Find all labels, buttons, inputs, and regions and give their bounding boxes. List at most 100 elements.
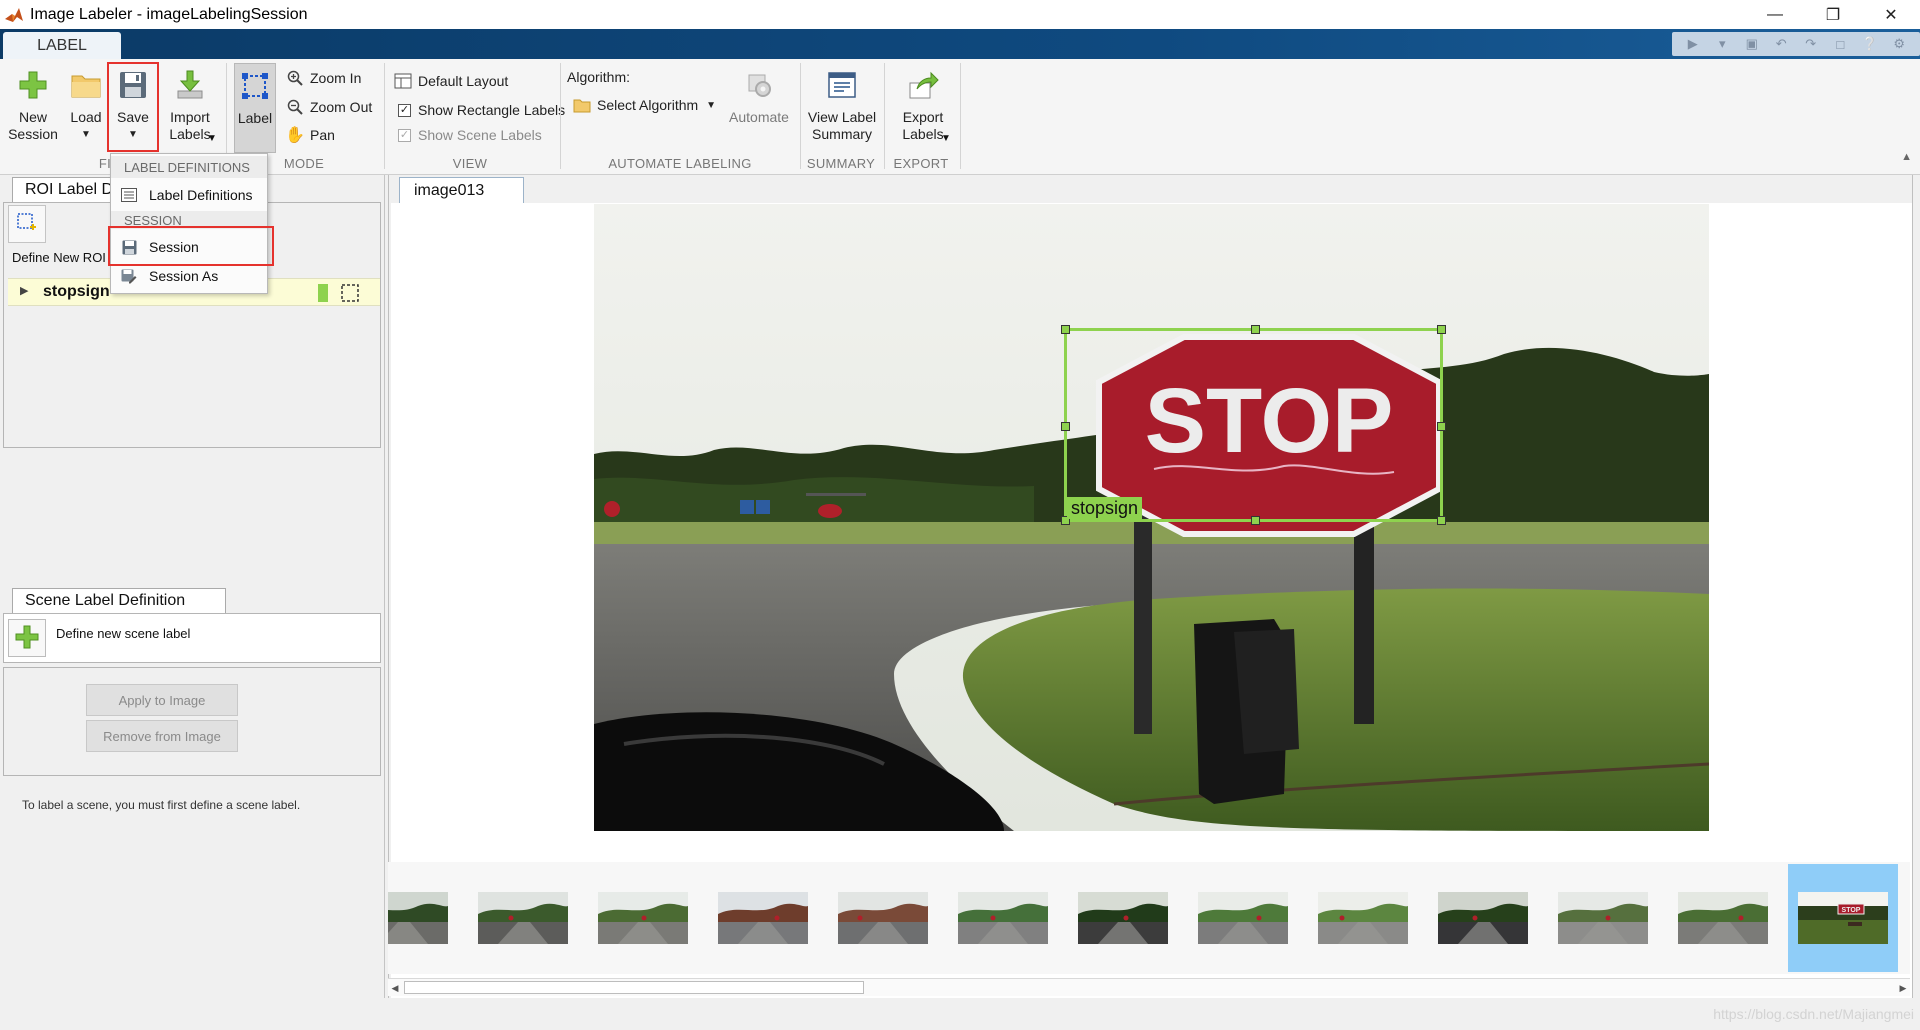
redo-icon[interactable]: ↷ [1802, 36, 1820, 52]
thumbnail[interactable] [718, 892, 808, 944]
roi-handle[interactable] [1061, 325, 1070, 334]
automate-gear-icon [741, 67, 777, 103]
undo-icon[interactable]: ↶ [1772, 36, 1790, 52]
view-label-summary-button[interactable]: View Label Summary [804, 63, 880, 143]
thumbnail[interactable] [958, 892, 1048, 944]
run-icon[interactable]: ▶ [1684, 36, 1702, 52]
roi-handle[interactable] [1061, 422, 1070, 431]
selected-thumbnail[interactable]: STOP [1788, 864, 1898, 972]
define-new-scene-label-button[interactable] [8, 619, 46, 657]
pan-button[interactable]: ✋ Pan [285, 126, 335, 144]
save-icon[interactable]: ▣ [1743, 36, 1761, 52]
restore-button[interactable]: ❐ [1804, 0, 1862, 29]
watermark-text: https://blog.csdn.net/Majiangmei [1713, 1006, 1914, 1022]
thumbnail[interactable] [598, 892, 688, 944]
menu-header-label-definitions: LABEL DEFINITIONS [111, 156, 267, 178]
roi-handle[interactable] [1251, 325, 1260, 334]
chevron-down-icon: ▼ [941, 133, 951, 144]
apply-to-image-button[interactable]: Apply to Image [86, 684, 238, 716]
thumbnail[interactable] [1318, 892, 1408, 944]
import-icon [172, 67, 208, 103]
close-button[interactable]: ✕ [1862, 0, 1920, 29]
load-label: Load [70, 109, 102, 125]
export-labels-button[interactable]: Export Labels [890, 63, 956, 143]
scrollbar-thumb[interactable] [404, 981, 864, 994]
roi-handle[interactable] [1437, 325, 1446, 334]
status-bar: https://blog.csdn.net/Majiangmei [0, 998, 1920, 1030]
help-icon[interactable]: ❔ [1861, 36, 1879, 52]
label-mode-button[interactable]: Label [234, 63, 276, 153]
thumbnail[interactable] [1558, 892, 1648, 944]
scroll-left-arrow-icon[interactable]: ◀ [388, 980, 402, 996]
menu-item-session-as[interactable]: Session As [111, 262, 267, 290]
ribbon-tab-strip: LABEL ▶ ▾ ▣ ↶ ↷ □ ❔ ⚙ [0, 29, 1920, 59]
save-highlight [107, 62, 159, 152]
thumbnail[interactable] [1198, 892, 1288, 944]
load-button[interactable]: Load ▼ [66, 63, 106, 143]
thumbnail-image [388, 892, 448, 944]
select-algorithm-dropdown[interactable]: Select Algorithm ▼ [573, 96, 716, 114]
show-rectangle-labels-checkbox[interactable]: ✓ Show Rectangle Labels [398, 102, 565, 118]
window-icon[interactable]: □ [1831, 36, 1849, 52]
thumbnail-image [1558, 892, 1648, 944]
separator [960, 63, 961, 169]
chevron-down-icon[interactable]: ▾ [1713, 36, 1731, 52]
zoom-out-button[interactable]: Zoom Out [286, 98, 372, 116]
show-scene-labels-checkbox[interactable]: ✓ Show Scene Labels [398, 127, 542, 143]
tab-label[interactable]: LABEL [3, 32, 121, 59]
thumbnail[interactable] [1678, 892, 1768, 944]
minimize-button[interactable]: — [1746, 0, 1804, 29]
separator [884, 63, 885, 169]
filmstrip: STOP [388, 862, 1910, 974]
export-icon [905, 67, 941, 103]
show-rectangle-labels-label: Show Rectangle Labels [418, 102, 566, 118]
roi-handle[interactable] [1437, 516, 1446, 525]
view-group-label: VIEW [452, 156, 488, 171]
ribbon: New Session Load ▼ Save ▼ Import Labels … [0, 59, 1920, 175]
default-layout-label: Default Layout [418, 73, 509, 89]
label-mode-label: Label [237, 110, 273, 126]
tab-scene-label-definition[interactable]: Scene Label Definition [12, 588, 226, 613]
thumbnail[interactable] [1438, 892, 1528, 944]
zoom-out-label: Zoom Out [310, 99, 373, 115]
save-dropdown-menu: LABEL DEFINITIONS Label Definitions SESS… [110, 153, 268, 294]
tab-image013[interactable]: image013 [399, 177, 524, 203]
zoom-in-label: Zoom In [310, 70, 362, 86]
new-session-button[interactable]: New Session [6, 63, 60, 143]
roi-bounding-box[interactable]: stopsign [1061, 325, 1446, 525]
thumbnail-image: STOP [1798, 892, 1888, 944]
plus-icon [15, 67, 51, 103]
plus-icon [14, 624, 40, 653]
zoom-in-button[interactable]: Zoom In [286, 69, 361, 87]
define-new-roi-button[interactable] [8, 205, 46, 243]
thumbnail-image [838, 892, 928, 944]
separator [384, 63, 385, 169]
new-session-label: New Session [8, 109, 58, 142]
hand-icon: ✋ [285, 127, 305, 144]
thumbnail-image [1198, 892, 1288, 944]
roi-handle[interactable] [1437, 422, 1446, 431]
default-layout-button[interactable]: Default Layout [394, 72, 508, 90]
menu-item-label-definitions[interactable]: Label Definitions [111, 181, 267, 209]
remove-from-image-button[interactable]: Remove from Image [86, 720, 238, 752]
thumbnail[interactable] [388, 892, 448, 944]
select-algorithm-label: Select Algorithm [597, 97, 699, 113]
export-group-label: EXPORT [893, 156, 949, 171]
filmstrip-scrollbar[interactable]: ◀ ▶ [388, 978, 1910, 996]
bounding-box-icon [237, 68, 273, 104]
thumbnail[interactable] [478, 892, 568, 944]
thumbnail[interactable] [1078, 892, 1168, 944]
thumbnail-image [718, 892, 808, 944]
collapse-ribbon-icon[interactable]: ▲ [1901, 151, 1912, 163]
folder-icon [68, 67, 104, 103]
options-icon[interactable]: ⚙ [1890, 36, 1908, 52]
save-as-icon [121, 268, 137, 284]
thumbnail[interactable] [838, 892, 928, 944]
expand-arrow-icon[interactable]: ▶ [20, 284, 28, 297]
window-title: Image Labeler - imageLabelingSession [30, 5, 308, 23]
scroll-right-arrow-icon[interactable]: ▶ [1896, 980, 1910, 996]
automate-button[interactable]: Automate [724, 63, 794, 126]
roi-handle[interactable] [1251, 516, 1260, 525]
import-labels-button[interactable]: Import Labels [162, 63, 218, 143]
roi-label-tag: stopsign [1067, 497, 1143, 519]
